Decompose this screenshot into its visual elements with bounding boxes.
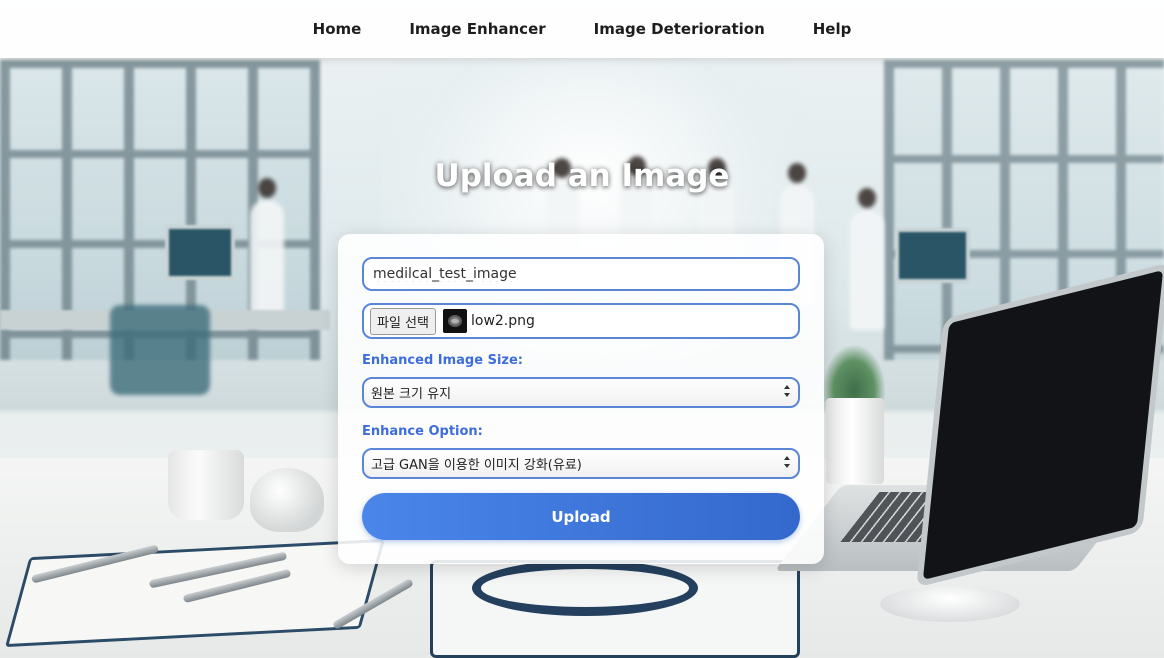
image-size-select[interactable]: 원본 크기 유지 bbox=[362, 377, 800, 408]
enhance-option-select[interactable]: 고급 GAN을 이용한 이미지 강화(유료) bbox=[362, 448, 800, 479]
nav-link-help[interactable]: Help bbox=[813, 20, 852, 38]
enhance-option-selected-value: 고급 GAN을 이용한 이미지 강화(유료) bbox=[371, 458, 582, 473]
top-navbar: Home Image Enhancer Image Deterioration … bbox=[0, 0, 1164, 58]
file-thumbnail-icon bbox=[442, 309, 467, 333]
nav-link-image-enhancer[interactable]: Image Enhancer bbox=[409, 20, 545, 38]
image-size-selected-value: 원본 크기 유지 bbox=[371, 387, 452, 402]
upload-form-card: 파일 선택 low2.png Enhanced Image Size: 원본 크… bbox=[338, 234, 824, 564]
select-arrows-icon bbox=[783, 454, 791, 473]
file-input[interactable]: 파일 선택 low2.png bbox=[362, 303, 800, 339]
upload-button[interactable]: Upload bbox=[362, 493, 800, 540]
enhance-option-label: Enhance Option: bbox=[362, 424, 483, 439]
select-arrows-icon bbox=[783, 383, 791, 402]
page-title: Upload an Image bbox=[434, 158, 730, 194]
selected-file-name: low2.png bbox=[470, 313, 535, 329]
nav-link-home[interactable]: Home bbox=[313, 20, 362, 38]
image-name-input[interactable] bbox=[362, 257, 800, 291]
nav-link-image-deterioration[interactable]: Image Deterioration bbox=[594, 20, 765, 38]
image-size-label: Enhanced Image Size: bbox=[362, 353, 523, 368]
choose-file-button[interactable]: 파일 선택 bbox=[370, 307, 436, 335]
